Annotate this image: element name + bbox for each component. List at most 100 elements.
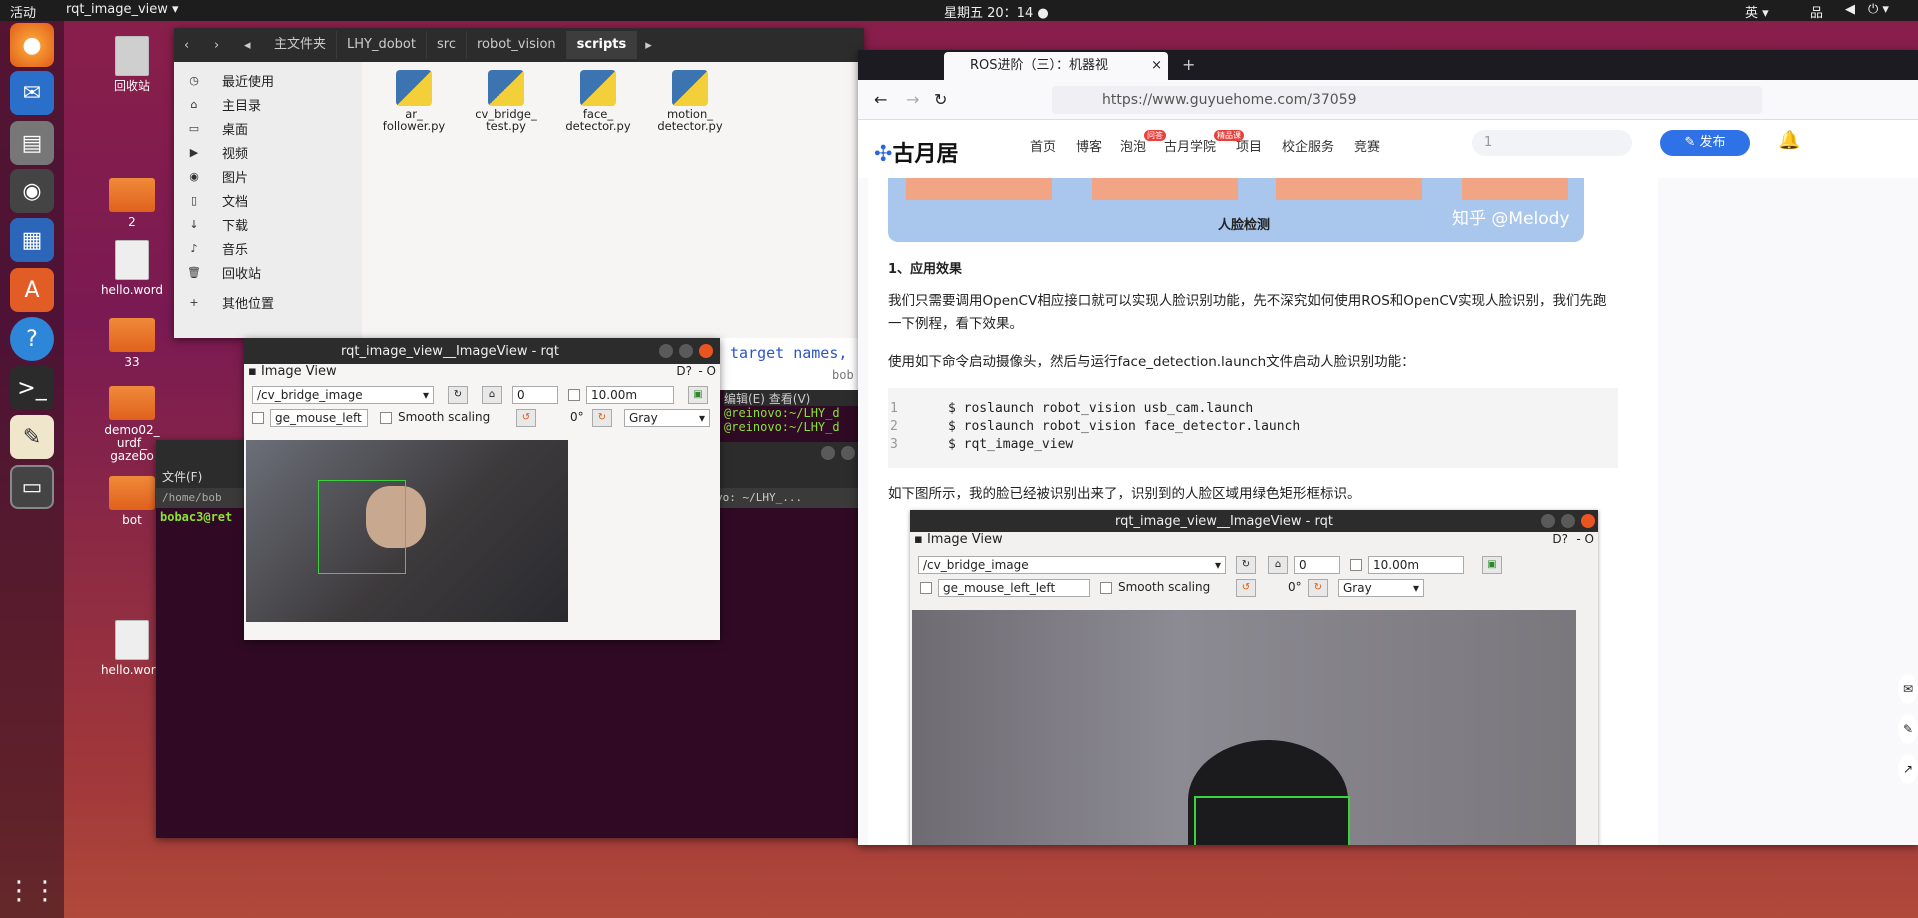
sidebar-item-other[interactable]: + 其他位置: [174, 290, 362, 314]
firefox-icon[interactable]: ●: [10, 23, 54, 67]
thunderbird-icon[interactable]: ✉: [10, 71, 54, 115]
python-file-icon: [396, 70, 432, 106]
code-line-3: 3 $ rqt_image_view: [890, 437, 1074, 452]
url-bar[interactable]: https://www.guyuehome.com/37059: [1052, 86, 1762, 114]
paragraph-1: 我们只需要调用OpenCV相应接口就可以实现人脸识别功能，先不深究如何使用ROS…: [888, 293, 1607, 332]
forward-icon[interactable]: →: [906, 90, 919, 109]
close-button[interactable]: [699, 344, 713, 358]
folder-33-icon[interactable]: 33: [92, 318, 172, 369]
volume-icon[interactable]: ◀: [1845, 2, 1855, 17]
minimize-button[interactable]: [821, 446, 835, 460]
tool-edit-icon[interactable]: ✎: [1898, 714, 1918, 744]
panel-close-icon[interactable]: - O: [698, 364, 716, 378]
site-header: ✣古月居: [858, 120, 1918, 178]
hello-word-icon[interactable]: hello.word: [92, 240, 172, 297]
zoom-button[interactable]: ⌂: [482, 386, 502, 404]
sidebar-item-home[interactable]: ⌂ 主目录: [174, 92, 362, 116]
file-motion-detector[interactable]: motion_ detector.py: [650, 66, 730, 132]
trash-desktop-icon[interactable]: 回收站: [92, 36, 172, 93]
rotate-checkbox[interactable]: [568, 389, 580, 401]
nav-paopao[interactable]: 泡泡: [1120, 136, 1146, 155]
python-file-icon: [580, 70, 616, 106]
crumb-right-icon[interactable]: ▸: [645, 38, 652, 53]
sidebar-item-downloads[interactable]: ↓ 下载: [174, 212, 362, 236]
sidebar-item-recent[interactable]: ◷ 最近使用: [174, 68, 362, 92]
number-spinbox[interactable]: 0: [512, 386, 558, 404]
crumb-robot-vision[interactable]: robot_vision: [467, 31, 567, 59]
rhythmbox-icon[interactable]: ◉: [10, 169, 54, 213]
crumb-lhy-dobot[interactable]: LHY_dobot: [337, 31, 427, 59]
tool-comment-icon[interactable]: ✉: [1898, 674, 1918, 704]
refresh-topics-button[interactable]: ↻: [448, 386, 468, 404]
topic-select[interactable]: /cv_bridge_image ▾: [252, 386, 434, 404]
file-face-detector[interactable]: face_ detector.py: [558, 66, 638, 132]
site-logo[interactable]: ✣古月居: [874, 136, 958, 168]
app-menu[interactable]: rqt_image_view ▾: [66, 2, 179, 17]
terminal-tab-2[interactable]: vo: ~/LHY_...: [716, 488, 802, 508]
tool-share-icon[interactable]: ↗: [1898, 754, 1918, 784]
menu-view[interactable]: 查看(V): [769, 392, 811, 406]
text-editor-icon[interactable]: ✎: [10, 415, 54, 459]
nav-blog[interactable]: 博客: [1076, 136, 1102, 155]
folder-2-icon[interactable]: 2: [92, 178, 172, 229]
nav-home[interactable]: 首页: [1030, 136, 1056, 155]
menu-file[interactable]: 文件(F): [162, 470, 202, 484]
terminal-line-3: @reinovo:~/LHY_d: [724, 406, 840, 420]
nav-academy[interactable]: 古月学院: [1164, 136, 1216, 155]
new-tab-icon[interactable]: +: [1182, 55, 1195, 74]
nav-compete[interactable]: 竞赛: [1354, 136, 1380, 155]
file-cv-bridge-test[interactable]: cv_bridge_ test.py: [466, 66, 546, 132]
mouse-topic-field[interactable]: ge_mouse_left: [270, 409, 368, 427]
help-icon[interactable]: ?: [10, 317, 54, 361]
save-image-button[interactable]: ▣: [688, 386, 708, 404]
sidebar-item-pictures[interactable]: ◉ 图片: [174, 164, 362, 188]
sidebar-item-music[interactable]: ♪ 音乐: [174, 236, 362, 260]
network-icon[interactable]: 品: [1810, 2, 1823, 21]
rotate-right-button[interactable]: ↻: [592, 409, 612, 427]
writer-icon[interactable]: ▦: [10, 218, 54, 262]
back-icon[interactable]: ‹: [184, 38, 214, 53]
crumb-scripts[interactable]: scripts: [566, 31, 638, 59]
publish-button[interactable]: ✎ 发布: [1660, 130, 1750, 156]
terminal-tab-path[interactable]: /home/bob: [162, 491, 222, 504]
sidebar-item-documents[interactable]: ▯ 文档: [174, 188, 362, 212]
maximize-button[interactable]: [841, 446, 855, 460]
power-icon[interactable]: ⏻ ▾: [1868, 2, 1889, 17]
panel-help-icon[interactable]: D?: [676, 364, 692, 378]
color-scheme-select[interactable]: Gray ▾: [624, 409, 710, 427]
tab-close-icon[interactable]: ×: [1151, 52, 1162, 80]
smooth-scaling-checkbox[interactable]: [380, 412, 392, 424]
sidebar-item-videos[interactable]: ▶ 视频: [174, 140, 362, 164]
minimize-button[interactable]: [659, 344, 673, 358]
crumb-src[interactable]: src: [427, 31, 467, 59]
software-icon[interactable]: A: [10, 268, 54, 312]
terminal-icon[interactable]: >_: [10, 366, 54, 410]
sidebar-item-desktop[interactable]: ▭ 桌面: [174, 116, 362, 140]
crumb-left-icon[interactable]: ◂: [244, 38, 264, 53]
show-apps-icon[interactable]: ⋮⋮: [6, 869, 58, 913]
nav-enterprise[interactable]: 校企服务: [1282, 136, 1334, 155]
menu-edit[interactable]: 编辑(E): [724, 392, 765, 406]
rotate-left-button[interactable]: ↺: [516, 409, 536, 427]
maximize-button[interactable]: [679, 344, 693, 358]
mouse-checkbox[interactable]: [252, 412, 264, 424]
files-icon[interactable]: ▤: [10, 121, 54, 165]
bell-icon[interactable]: 🔔: [1778, 130, 1800, 151]
activities-button[interactable]: 活动: [10, 2, 36, 21]
tab-ros-article[interactable]: ROS进阶（三）：机器视 ×: [944, 52, 1168, 80]
timeout-spinbox[interactable]: 10.00m: [586, 386, 674, 404]
forward-icon[interactable]: ›: [214, 38, 244, 53]
nav-toolbar: ← → ↻ https://www.guyuehome.com/37059: [858, 80, 1918, 120]
crumb-home[interactable]: 主文件夹: [264, 31, 338, 59]
sidebar-item-trash[interactable]: 🗑 回收站: [174, 260, 362, 284]
ime-indicator[interactable]: 英 ▾: [1745, 2, 1769, 21]
reload-icon[interactable]: ↻: [934, 90, 947, 109]
back-icon[interactable]: ←: [874, 90, 887, 109]
file-ar-follower[interactable]: ar_ follower.py: [374, 66, 454, 132]
embedded-camera-image: [912, 610, 1576, 845]
paragraph-3: 如下图所示，我的脸已经被识别出来了，识别到的人脸区域用绿色矩形框标识。: [888, 486, 1361, 502]
rqt-window-icon[interactable]: ▭: [10, 465, 54, 509]
banner-label: 人脸检测: [1218, 218, 1271, 233]
clock[interactable]: 星期五 20：14 ●: [944, 2, 1049, 21]
site-search-input[interactable]: 1: [1472, 130, 1632, 156]
